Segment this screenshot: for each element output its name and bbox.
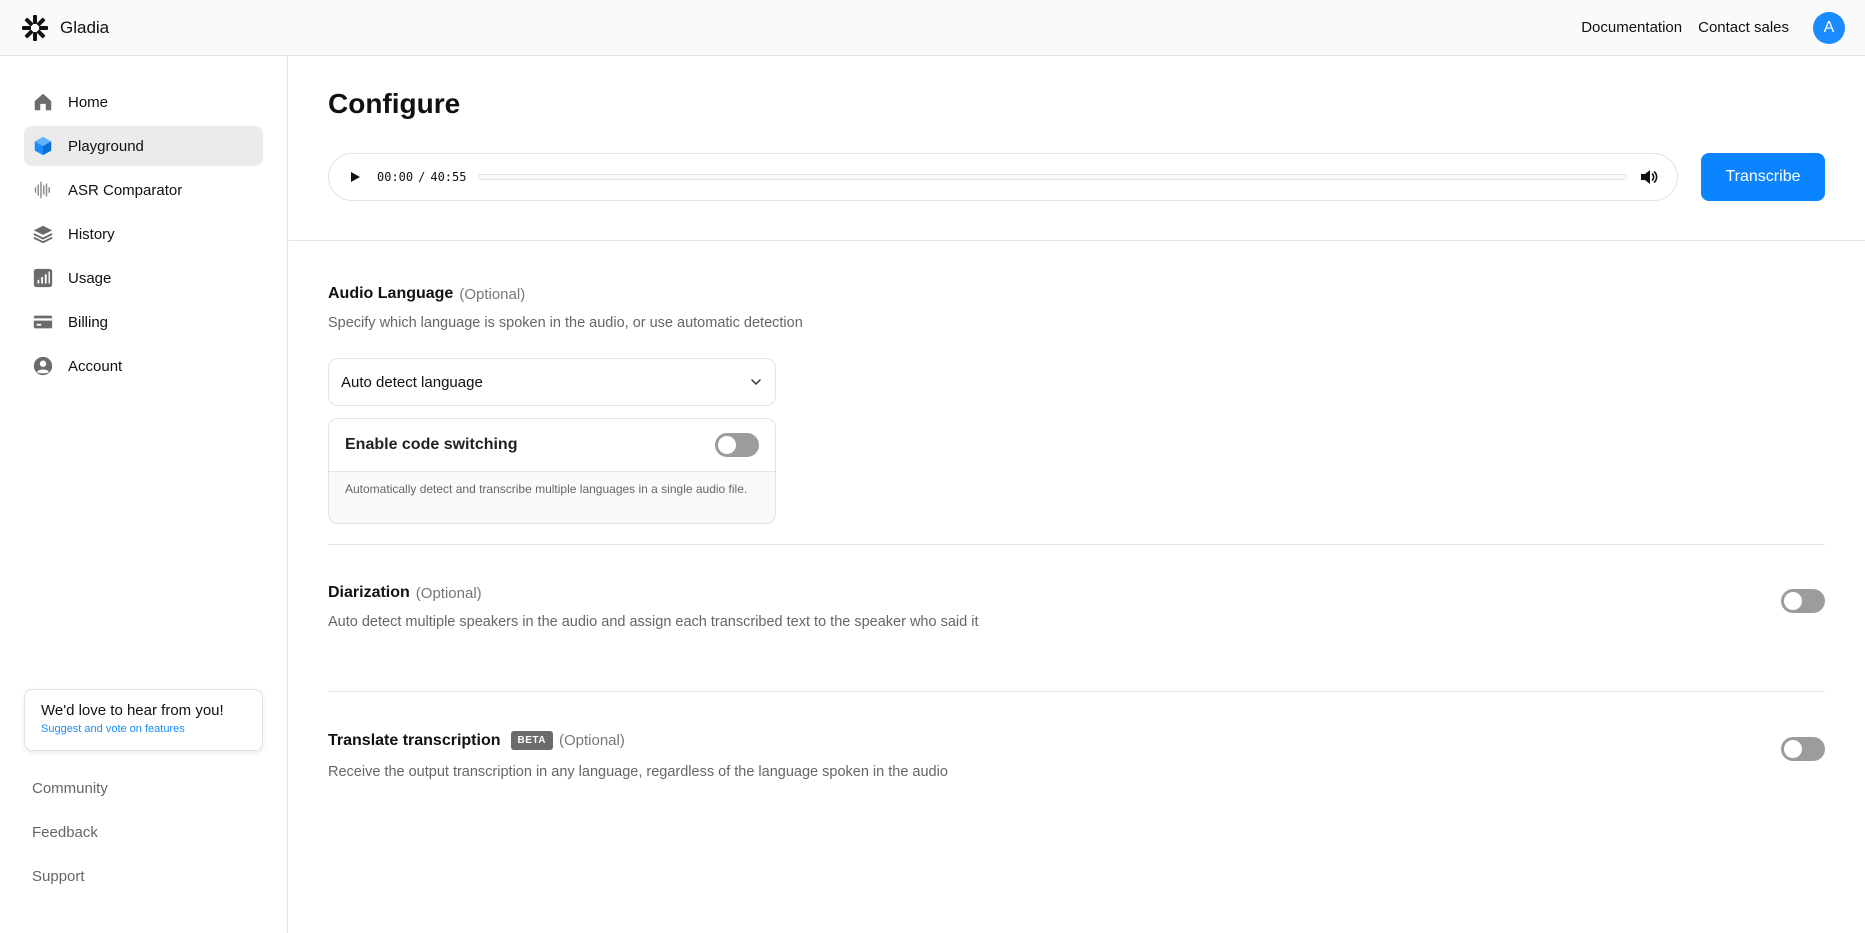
- sidebar-item-label: Home: [68, 93, 109, 111]
- code-switching-title: Enable code switching: [345, 436, 518, 453]
- translate-description: Receive the output transcription in any …: [328, 764, 948, 780]
- sidebar-item-label: History: [68, 225, 115, 243]
- home-icon: [32, 91, 54, 113]
- avatar-initial: A: [1823, 18, 1835, 36]
- sidebar-item-account[interactable]: Account: [24, 346, 263, 386]
- feedback-link[interactable]: Feedback: [32, 822, 108, 844]
- sidebar-item-home[interactable]: Home: [24, 82, 263, 122]
- volume-icon: [1641, 170, 1658, 184]
- community-link[interactable]: Community: [32, 778, 108, 800]
- sidebar-item-label: ASR Comparator: [68, 181, 183, 199]
- user-circle-icon: [32, 355, 54, 377]
- gladia-logo-icon: [22, 14, 48, 41]
- feedback-title: We'd love to hear from you!: [41, 702, 224, 719]
- suggest-features-link[interactable]: Suggest and vote on features: [41, 723, 246, 735]
- sidebar-item-label: Usage: [68, 269, 112, 287]
- play-button[interactable]: [347, 169, 363, 185]
- diarization-title: Diarization (Optional): [328, 584, 482, 602]
- duration: 40:55: [430, 170, 467, 184]
- diarization-heading: Diarization: [328, 584, 410, 601]
- sidebar-footer-links: Community Feedback Support: [32, 778, 108, 888]
- translate-heading: Translate transcription: [328, 731, 501, 749]
- beta-badge: BETA: [510, 731, 553, 750]
- time-separator: /: [418, 170, 426, 184]
- optional-label: (Optional): [415, 584, 482, 602]
- brand-name: Gladia: [60, 17, 110, 37]
- sidebar-item-billing[interactable]: Billing: [24, 302, 263, 342]
- audio-player: 00:00 / 40:55: [328, 153, 1678, 201]
- bar-chart-icon: [32, 267, 54, 289]
- sidebar-item-asr-comparator[interactable]: ASR Comparator: [24, 170, 263, 210]
- credit-card-icon: [32, 311, 54, 333]
- optional-label: (Optional): [459, 285, 526, 303]
- code-switching-toggle[interactable]: [715, 433, 759, 457]
- optional-label: (Optional): [558, 732, 625, 749]
- top-bar: Gladia Documentation Contact sales A: [0, 0, 1865, 56]
- audio-language-title: Audio Language (Optional): [328, 285, 525, 303]
- sidebar-item-label: Account: [68, 357, 123, 375]
- feedback-card: We'd love to hear from you! Suggest and …: [24, 689, 263, 751]
- sidebar: Home Playground ASR Comparator History U…: [0, 56, 288, 933]
- sidebar-item-label: Playground: [68, 137, 144, 155]
- volume-button[interactable]: [1639, 167, 1659, 187]
- audio-language-heading: Audio Language: [328, 285, 454, 302]
- waveform-icon: [32, 179, 54, 201]
- chevron-down-icon: [751, 379, 761, 386]
- main-content: Configure 00:00 / 40:55 Transcribe Audio L…: [289, 56, 1865, 933]
- divider: [328, 691, 1825, 692]
- diarization-description: Auto detect multiple speakers in the aud…: [328, 614, 979, 630]
- current-time: 00:00: [377, 170, 414, 184]
- divider: [328, 544, 1825, 545]
- avatar[interactable]: A: [1813, 11, 1845, 44]
- page-title: Configure: [328, 88, 461, 119]
- documentation-link[interactable]: Documentation: [1581, 19, 1682, 36]
- language-select-value: Auto detect language: [341, 373, 483, 391]
- logo[interactable]: Gladia: [20, 13, 109, 43]
- code-switching-description: Automatically detect and transcribe mult…: [329, 471, 775, 523]
- translate-title: Translate transcription BETA (Optional): [328, 731, 625, 750]
- divider: [289, 240, 1865, 241]
- sidebar-item-history[interactable]: History: [24, 214, 263, 254]
- seek-bar[interactable]: [478, 174, 1627, 180]
- layers-icon: [32, 223, 54, 245]
- sidebar-item-label: Billing: [68, 313, 109, 331]
- sidebar-nav: Home Playground ASR Comparator History U…: [0, 56, 287, 386]
- sidebar-item-usage[interactable]: Usage: [24, 258, 263, 298]
- play-icon: [351, 172, 360, 182]
- support-link[interactable]: Support: [32, 866, 108, 888]
- translate-toggle[interactable]: [1781, 737, 1825, 761]
- cube-icon: [32, 135, 54, 157]
- language-select[interactable]: Auto detect language: [328, 358, 776, 406]
- sidebar-item-playground[interactable]: Playground: [24, 126, 263, 166]
- audio-language-description: Specify which language is spoken in the …: [328, 315, 803, 331]
- code-switching-card: Enable code switching Automatically dete…: [328, 418, 776, 524]
- transcribe-button[interactable]: Transcribe: [1701, 153, 1825, 201]
- diarization-toggle[interactable]: [1781, 589, 1825, 613]
- time-display: 00:00 / 40:55: [377, 170, 466, 184]
- contact-sales-link[interactable]: Contact sales: [1698, 19, 1789, 36]
